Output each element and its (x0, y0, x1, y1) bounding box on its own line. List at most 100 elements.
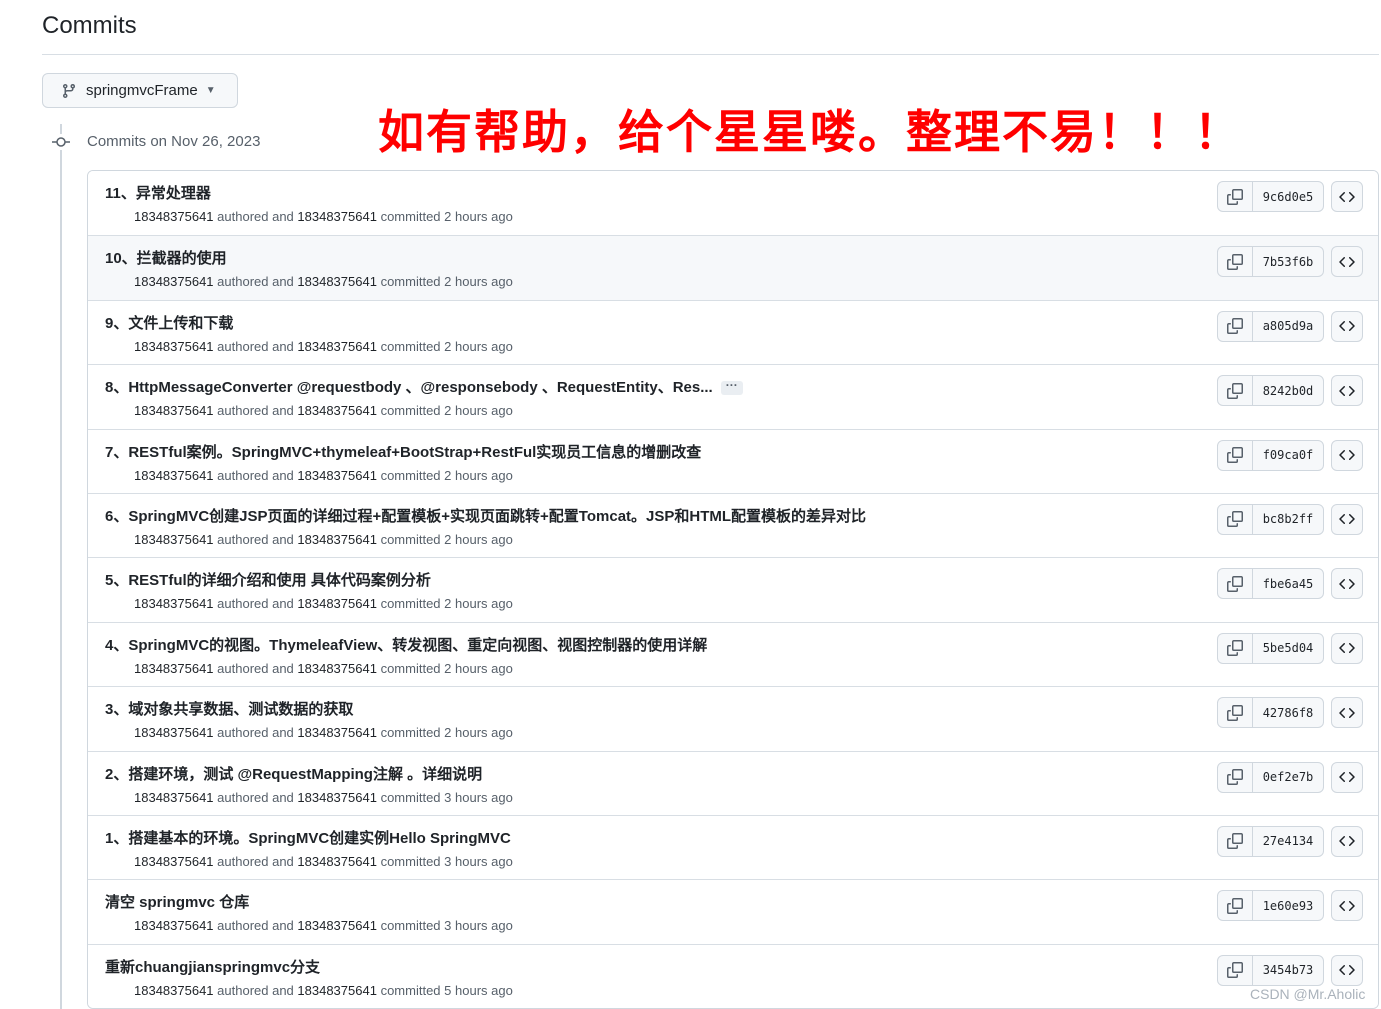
commit-author[interactable]: 18348375641 (134, 403, 214, 418)
commit-author[interactable]: 18348375641 (134, 918, 214, 933)
commit-committer[interactable]: 18348375641 (297, 983, 377, 998)
commit-sha-link[interactable]: 7b53f6b (1253, 247, 1323, 276)
sha-button-group: f09ca0f (1217, 439, 1324, 471)
commit-sha-link[interactable]: 42786f8 (1253, 698, 1323, 727)
browse-repository-button[interactable] (1331, 568, 1363, 600)
copy-sha-button[interactable] (1218, 504, 1253, 534)
copy-sha-button[interactable] (1218, 569, 1253, 599)
commit-sha-link[interactable]: 8242b0d (1253, 376, 1323, 405)
copy-sha-button[interactable] (1218, 247, 1253, 277)
browse-repository-button[interactable] (1331, 954, 1363, 986)
commit-message-link[interactable]: 9、文件上传和下载 (105, 312, 233, 333)
commit-sha-link[interactable]: 5be5d04 (1253, 634, 1323, 663)
commit-sha-link[interactable]: fbe6a45 (1253, 569, 1323, 598)
commit-sha-link[interactable]: 0ef2e7b (1253, 763, 1323, 792)
copy-sha-button[interactable] (1218, 762, 1253, 792)
watermark: CSDN @Mr.Aholic (1250, 986, 1366, 1002)
browse-repository-button[interactable] (1331, 503, 1363, 535)
commit-author[interactable]: 18348375641 (134, 983, 214, 998)
commit-time: 2 hours ago (444, 338, 513, 354)
copy-sha-button[interactable] (1218, 955, 1253, 985)
commit-sha-link[interactable]: 9c6d0e5 (1253, 182, 1323, 211)
copy-sha-button[interactable] (1218, 182, 1253, 211)
commit-committer[interactable]: 18348375641 (297, 274, 377, 289)
commit-time: 5 hours ago (444, 982, 513, 998)
commit-message-link[interactable]: 3、域对象共享数据、测试数据的获取 (105, 698, 353, 719)
sha-button-group: 3454b73 (1217, 954, 1324, 986)
commit-committer[interactable]: 18348375641 (297, 532, 377, 547)
copy-sha-button[interactable] (1218, 376, 1253, 406)
copy-icon (1227, 769, 1243, 786)
branch-selector-button[interactable]: springmvcFrame ▼ (42, 73, 238, 108)
browse-repository-button[interactable] (1331, 181, 1363, 212)
commit-author[interactable]: 18348375641 (134, 209, 214, 224)
browse-repository-button[interactable] (1331, 310, 1363, 342)
commit-committer[interactable]: 18348375641 (297, 339, 377, 354)
commit-author[interactable]: 18348375641 (134, 468, 214, 483)
commit-row: 7、RESTful案例。SpringMVC+thymeleaf+BootStra… (88, 428, 1378, 493)
browse-repository-button[interactable] (1331, 439, 1363, 471)
commit-committer[interactable]: 18348375641 (297, 209, 377, 224)
copy-sha-button[interactable] (1218, 891, 1253, 921)
copy-sha-button[interactable] (1218, 440, 1253, 470)
commit-sha-link[interactable]: 3454b73 (1253, 956, 1323, 985)
commit-author[interactable]: 18348375641 (134, 274, 214, 289)
commit-author[interactable]: 18348375641 (134, 339, 214, 354)
commit-author[interactable]: 18348375641 (134, 596, 214, 611)
commit-message-link[interactable]: 7、RESTful案例。SpringMVC+thymeleaf+BootStra… (105, 441, 701, 462)
browse-repository-button[interactable] (1331, 375, 1363, 407)
commit-message-link[interactable]: 6、SpringMVC创建JSP页面的详细过程+配置模板+实现页面跳转+配置To… (105, 505, 866, 526)
copy-sha-button[interactable] (1218, 633, 1253, 663)
commit-time: 2 hours ago (444, 660, 513, 676)
commit-message-link[interactable]: 4、SpringMVC的视图。ThymeleafView、转发视图、重定向视图、… (105, 634, 707, 655)
copy-icon (1227, 253, 1243, 270)
commit-author[interactable]: 18348375641 (134, 532, 214, 547)
copy-sha-button[interactable] (1218, 311, 1253, 341)
commit-committer[interactable]: 18348375641 (297, 725, 377, 740)
commit-committer[interactable]: 18348375641 (297, 468, 377, 483)
browse-repository-button[interactable] (1331, 246, 1363, 278)
browse-repository-button[interactable] (1331, 761, 1363, 793)
commit-sha-link[interactable]: bc8b2ff (1253, 505, 1323, 534)
commit-committer[interactable]: 18348375641 (297, 596, 377, 611)
copy-sha-button[interactable] (1218, 826, 1253, 856)
browse-repository-button[interactable] (1331, 697, 1363, 729)
commits-date-header: Commits on Nov 26, 2023 (87, 133, 261, 150)
browse-repository-button[interactable] (1331, 632, 1363, 664)
commit-sha-link[interactable]: f09ca0f (1253, 441, 1323, 470)
commit-committer[interactable]: 18348375641 (297, 854, 377, 869)
browse-repository-button[interactable] (1331, 825, 1363, 857)
copy-sha-button[interactable] (1218, 698, 1253, 728)
commit-message-link[interactable]: 重新chuangjianspringmvc分支 (105, 956, 320, 977)
expand-message-button[interactable]: ··· (720, 379, 743, 396)
git-branch-icon (62, 83, 75, 98)
commit-message-link[interactable]: 2、搭建环境，测试 @RequestMapping注解 。详细说明 (105, 763, 482, 784)
commit-sha-link[interactable]: 27e4134 (1253, 827, 1323, 856)
commit-row: 9、文件上传和下载 18348375641 authored and 183483… (88, 299, 1378, 365)
sha-button-group: 9c6d0e5 (1217, 181, 1324, 212)
commit-message-link[interactable]: 清空 springmvc 仓库 (105, 891, 249, 912)
commit-message-link[interactable]: 10、拦截器的使用 (105, 247, 227, 268)
commit-author[interactable]: 18348375641 (134, 790, 214, 805)
commit-author[interactable]: 18348375641 (134, 854, 214, 869)
commit-message-link[interactable]: 11、异常处理器 (105, 182, 211, 203)
authored-text: authored and (217, 596, 294, 612)
commit-committer[interactable]: 18348375641 (297, 790, 377, 805)
commit-sha-link[interactable]: a805d9a (1253, 312, 1323, 341)
commit-message: 4、SpringMVC的视图。ThymeleafView、转发视图、重定向视图、… (105, 636, 708, 654)
authored-text: authored and (217, 789, 294, 805)
commit-message-link[interactable]: 8、HttpMessageConverter @requestbody 、@re… (105, 376, 743, 397)
committed-text: committed (380, 982, 441, 998)
browse-repository-button[interactable] (1331, 890, 1363, 922)
commit-author[interactable]: 18348375641 (134, 661, 214, 676)
commit-message: 9、文件上传和下载 (105, 314, 234, 332)
commit-author[interactable]: 18348375641 (134, 725, 214, 740)
commit-committer[interactable]: 18348375641 (297, 918, 377, 933)
commit-message-link[interactable]: 1、搭建基本的环境。SpringMVC创建实例Hello SpringMVC (105, 827, 511, 848)
commit-committer[interactable]: 18348375641 (297, 661, 377, 676)
commit-row: 11、异常处理器 18348375641 authored and 1834837… (88, 171, 1378, 236)
sha-button-group: fbe6a45 (1217, 568, 1324, 600)
commit-committer[interactable]: 18348375641 (297, 403, 377, 418)
commit-sha-link[interactable]: 1e60e93 (1253, 891, 1323, 920)
commit-message-link[interactable]: 5、RESTful的详细介绍和使用 具体代码案例分析 (105, 569, 431, 590)
